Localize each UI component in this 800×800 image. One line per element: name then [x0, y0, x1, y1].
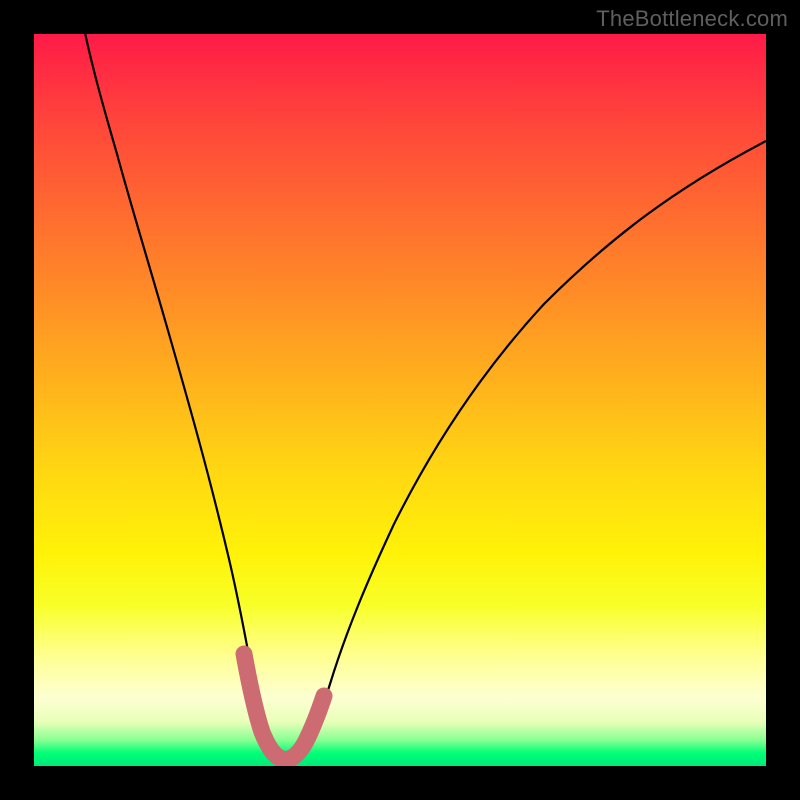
- curve-layer: [34, 34, 766, 766]
- chart-frame: TheBottleneck.com: [0, 0, 800, 800]
- bottleneck-curve: [85, 34, 766, 760]
- bottleneck-floor: [244, 654, 324, 759]
- watermark-text: TheBottleneck.com: [596, 6, 788, 32]
- plot-area: [34, 34, 766, 766]
